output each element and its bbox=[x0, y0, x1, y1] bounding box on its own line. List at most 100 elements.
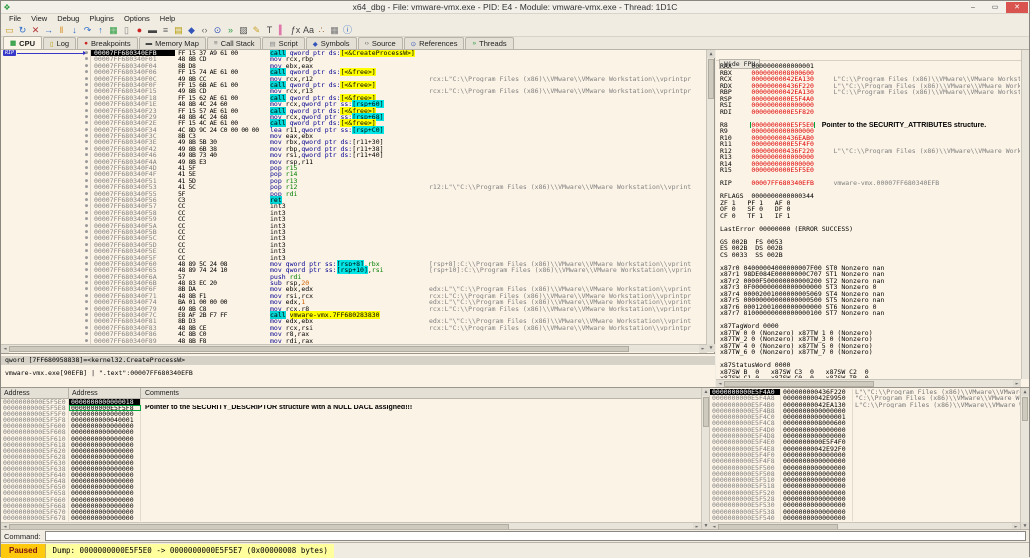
window-title: x64_dbg - File: vmware-vmx.exe - PID: E4… bbox=[1, 2, 1029, 12]
trace-icon[interactable]: ∴ bbox=[315, 24, 328, 36]
debugger-state-badge: Paused bbox=[1, 544, 46, 558]
dump-col-comments[interactable]: Comments bbox=[141, 388, 701, 398]
register-line[interactable]: x87SW_C1 0 x87SW_C0 0 x87SW_IR 0 bbox=[720, 375, 1020, 378]
script-icon[interactable]: ▤ bbox=[172, 24, 185, 36]
tab-icon: ‹› bbox=[365, 40, 369, 47]
restart-icon[interactable]: ↻ bbox=[16, 24, 29, 36]
threads-icon[interactable]: » bbox=[224, 24, 237, 36]
registers-vscrollbar[interactable] bbox=[1021, 50, 1029, 379]
tab-icon: ◆ bbox=[313, 40, 318, 48]
scroll-thumb[interactable] bbox=[1022, 397, 1028, 421]
log-icon[interactable]: ▯ bbox=[120, 24, 133, 36]
dump-vscrollbar[interactable]: ▲ ▼ bbox=[701, 388, 710, 530]
stack-vscrollbar[interactable]: ▲ ▼ bbox=[1020, 388, 1029, 530]
symbols-icon[interactable]: ◆ bbox=[185, 24, 198, 36]
dump-col-address2[interactable]: Address bbox=[69, 388, 141, 398]
label-icon[interactable]: T bbox=[263, 24, 276, 36]
maximize-button[interactable]: ▭ bbox=[984, 2, 1006, 13]
status-message: Dump: 0000000000E5F5E0 -> 0000000000E5F5… bbox=[46, 544, 333, 558]
view-tab[interactable]: ▤ Script bbox=[262, 37, 304, 49]
cpu-chip-icon[interactable]: ▦ bbox=[107, 24, 120, 36]
tab-label: Script bbox=[279, 39, 298, 48]
tab-label: Source bbox=[372, 39, 396, 48]
scroll-up-arrow[interactable]: ▲ bbox=[702, 388, 710, 396]
tab-label: Call Stack bbox=[221, 39, 255, 48]
tab-icon: ⊙ bbox=[411, 40, 416, 48]
dump-comment bbox=[141, 515, 701, 521]
breakpoint-icon[interactable]: ● bbox=[133, 24, 146, 36]
view-tab[interactable]: ▯ Log bbox=[43, 37, 76, 49]
disasm-hscrollbar[interactable]: ◄ ► bbox=[1, 344, 707, 352]
bottom-panels: Address Address Comments 0000000000E5F5E… bbox=[1, 387, 1029, 529]
function-icon[interactable]: ƒx bbox=[289, 24, 302, 36]
stack-rows: 0000000000E5F4A0 000000000436F220 L"\"C:… bbox=[710, 389, 1020, 521]
comment-icon[interactable]: ✎ bbox=[250, 24, 263, 36]
dump-row[interactable]: 0000000000E5F678 0000000000000000 bbox=[1, 515, 701, 521]
disasm-address: 00007FF680340F89 bbox=[91, 338, 175, 344]
view-tab[interactable]: ▦ CPU bbox=[3, 36, 42, 49]
step-over-icon[interactable]: ↷ bbox=[81, 24, 94, 36]
tab-label: Memory Map bbox=[155, 39, 199, 48]
view-tab[interactable]: ≡ Call Stack bbox=[207, 37, 262, 49]
step-into-icon[interactable]: ↓ bbox=[68, 24, 81, 36]
registers-panel: Hide FPU RAX 0000000000000001RBX 0000000… bbox=[716, 50, 1029, 387]
status-bar: Paused Dump: 0000000000E5F5E0 -> 0000000… bbox=[1, 542, 1029, 558]
view-tab[interactable]: ▬ Memory Map bbox=[139, 37, 206, 49]
step-out-icon[interactable]: ↑ bbox=[94, 24, 107, 36]
highlight-icon[interactable]: ▍ bbox=[276, 24, 289, 36]
tab-label: CPU bbox=[19, 39, 35, 48]
tab-icon: ≡ bbox=[214, 40, 218, 47]
references-icon[interactable]: ⊙ bbox=[211, 24, 224, 36]
patches-icon[interactable]: ▨ bbox=[237, 24, 250, 36]
call-stack-icon[interactable]: ≡ bbox=[159, 24, 172, 36]
registers-hscrollbar[interactable]: ◄ ► bbox=[716, 379, 1021, 387]
menubar: FileViewDebugPluginsOptionsHelp bbox=[1, 14, 1029, 23]
scroll-thumb[interactable] bbox=[703, 397, 709, 427]
view-tab[interactable]: » Threads bbox=[465, 37, 513, 49]
menu-item[interactable]: Options bbox=[119, 14, 155, 23]
memory-icon[interactable]: ▦ bbox=[328, 24, 341, 36]
rip-arrow bbox=[17, 53, 86, 54]
stack-row[interactable]: 0000000000E5F540 0000000000000000 bbox=[710, 515, 1020, 521]
dump-panel: Address Address Comments 0000000000E5F5E… bbox=[1, 388, 701, 530]
view-tab[interactable]: ● Breakpoints bbox=[77, 37, 138, 49]
run-icon[interactable]: → bbox=[42, 24, 55, 36]
menu-item[interactable]: Plugins bbox=[84, 14, 119, 23]
view-tab[interactable]: ⊙ References bbox=[404, 37, 465, 49]
menu-item[interactable]: View bbox=[26, 14, 52, 23]
font-icon[interactable]: Aa bbox=[302, 24, 315, 36]
scroll-thumb[interactable] bbox=[708, 59, 714, 99]
dump-col-address1[interactable]: Address bbox=[1, 388, 69, 398]
disasm-vscrollbar[interactable]: ▲ ▼ bbox=[706, 50, 714, 352]
scroll-right-arrow[interactable]: ► bbox=[699, 345, 707, 353]
dump-rows: 0000000000E5F5E0 0000000000000018 000000… bbox=[1, 399, 701, 521]
tab-icon: ▦ bbox=[10, 39, 16, 47]
scroll-left-arrow[interactable]: ◄ bbox=[1, 345, 9, 353]
command-input[interactable] bbox=[45, 531, 1026, 541]
minimize-button[interactable]: – bbox=[962, 2, 984, 13]
memory-map-icon[interactable]: ▬ bbox=[146, 24, 159, 36]
close-button[interactable]: ✕ bbox=[1006, 2, 1028, 13]
scroll-down-arrow[interactable]: ▼ bbox=[707, 344, 715, 352]
view-tab[interactable]: ◆ Symbols bbox=[306, 37, 357, 49]
disasm-row[interactable]: RIP● 00007FF680340F89 48 8B F8 mov rdi,r… bbox=[1, 338, 706, 344]
scroll-thumb[interactable] bbox=[9, 346, 629, 352]
open-file-icon[interactable]: ▭ bbox=[3, 24, 16, 36]
view-tab[interactable]: ‹› Source bbox=[358, 37, 403, 49]
scroll-up-arrow[interactable]: ▲ bbox=[707, 50, 715, 58]
source-icon[interactable]: ‹› bbox=[198, 24, 211, 36]
tab-label: References bbox=[419, 39, 457, 48]
disasm-info-box: qword [7FF680958838]=<kernel32.CreatePro… bbox=[1, 353, 715, 387]
menu-item[interactable]: File bbox=[4, 14, 26, 23]
disasm-margin: RIP● bbox=[1, 338, 91, 344]
titlebar: ❖ x64_dbg - File: vmware-vmx.exe - PID: … bbox=[1, 1, 1029, 14]
close-process-icon[interactable]: ✕ bbox=[29, 24, 42, 36]
pause-icon[interactable]: ‖ bbox=[55, 24, 68, 36]
menu-item[interactable]: Help bbox=[155, 14, 180, 23]
menu-item[interactable]: Debug bbox=[52, 14, 84, 23]
tab-label: Breakpoints bbox=[91, 39, 131, 48]
dump-address: 0000000000E5F678 bbox=[1, 515, 69, 521]
help-icon[interactable]: ⓘ bbox=[341, 24, 354, 36]
dump-value: 0000000000000000 bbox=[69, 515, 141, 521]
scroll-up-arrow[interactable]: ▲ bbox=[1021, 388, 1029, 396]
